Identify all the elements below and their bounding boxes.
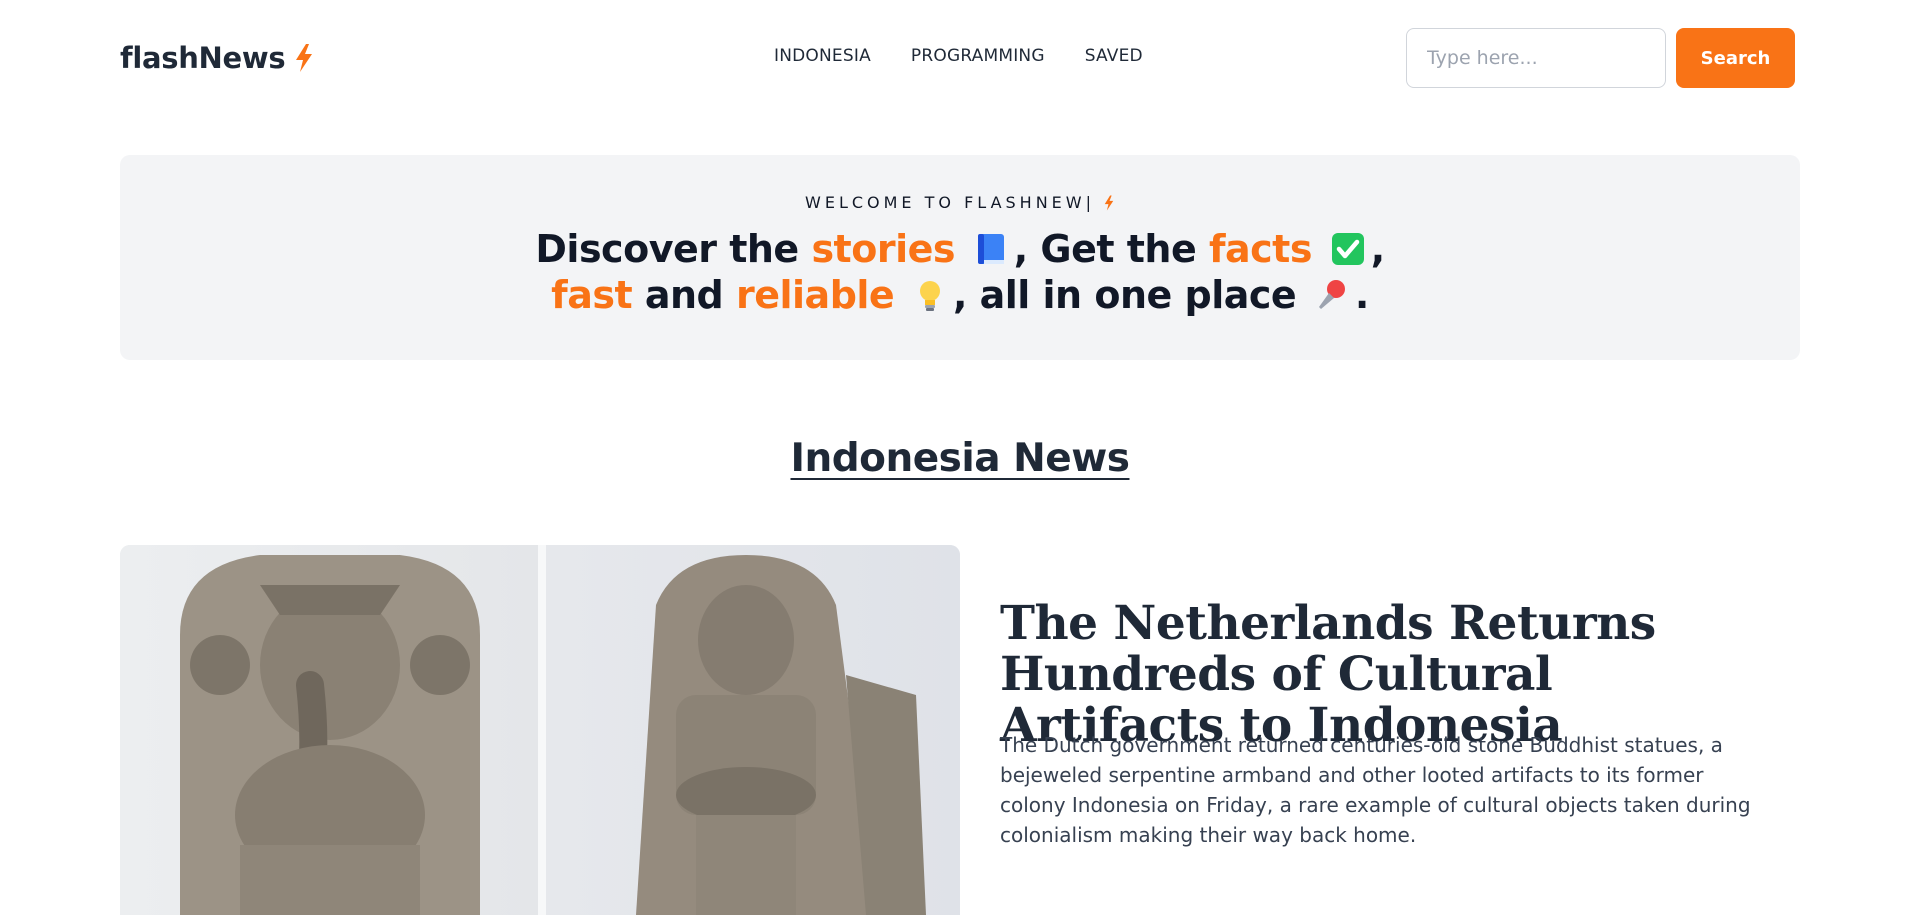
hero-accent-word: fast <box>551 273 633 317</box>
lightning-bolt-icon <box>1104 195 1114 210</box>
hero-text: . <box>1354 273 1369 317</box>
hero-text: , <box>1370 227 1385 271</box>
search-button[interactable]: Search <box>1676 28 1795 88</box>
hero-accent-word: reliable <box>735 273 895 317</box>
lightning-bolt-icon <box>296 44 313 72</box>
nav-item-indonesia[interactable]: INDONESIA <box>774 46 871 66</box>
hero-headline-line-1: Discover the stories , Get the facts , <box>120 227 1800 271</box>
hero-banner: WELCOME TO FLASHNEW| Discover the storie… <box>120 155 1800 360</box>
statue-photo-left <box>120 545 538 915</box>
hero-eyebrow-text: WELCOME TO FLASHNEW| <box>805 193 1095 212</box>
brand-logo[interactable]: flashNews <box>120 38 315 78</box>
article-image[interactable] <box>120 545 960 915</box>
brand-name: flashNews <box>120 41 286 75</box>
nav-item-programming[interactable]: PROGRAMMING <box>911 46 1045 66</box>
light-bulb-icon <box>919 281 940 311</box>
section-title[interactable]: Indonesia News <box>0 436 1920 481</box>
search-input[interactable] <box>1406 28 1666 88</box>
hero-text: , Get the <box>1013 227 1209 271</box>
pushpin-icon <box>1318 280 1345 309</box>
nav-item-saved[interactable]: SAVED <box>1085 46 1143 66</box>
hero-text: and <box>632 273 736 317</box>
hero-headline-line-2: fast and reliable , all in one place . <box>120 273 1800 317</box>
hero-eyebrow: WELCOME TO FLASHNEW| <box>120 193 1800 212</box>
statue-photo-right <box>546 545 960 915</box>
image-divider <box>538 545 546 915</box>
site-header: flashNews INDONESIA PROGRAMMING SAVED Se… <box>0 0 1920 116</box>
ganesha-statue-icon <box>180 555 480 915</box>
hero-text: , all in one place <box>952 273 1297 317</box>
hero-text: Discover the <box>535 227 812 271</box>
check-mark-icon <box>1331 233 1364 265</box>
article-summary: The Dutch government returned centuries-… <box>1000 733 1751 847</box>
hero-accent-word: facts <box>1208 227 1312 271</box>
deity-statue-icon <box>636 555 926 915</box>
article-title[interactable]: The Netherlands Returns Hundreds of Cult… <box>1000 598 1790 751</box>
blue-book-icon <box>977 234 1004 264</box>
main-nav: INDONESIA PROGRAMMING SAVED <box>774 46 1143 66</box>
hero-accent-word: stories <box>811 227 955 271</box>
